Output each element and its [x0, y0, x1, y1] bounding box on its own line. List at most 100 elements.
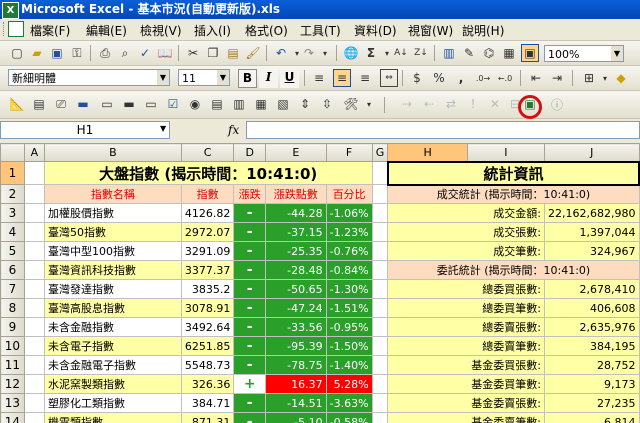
index-value[interactable]: 3492.64	[180, 317, 235, 337]
row-header[interactable]: 7	[0, 279, 25, 299]
view-code-icon[interactable]: ⎚	[52, 95, 70, 113]
index-value[interactable]: 326.36	[180, 374, 235, 394]
stat-label[interactable]: 基金委賣筆數:	[387, 412, 545, 423]
cell[interactable]	[23, 184, 45, 204]
font-select[interactable]: 新細明體 ▼	[8, 69, 170, 86]
form-icon[interactable]: ▣	[521, 44, 539, 62]
print-preview-icon[interactable]: ⌕	[116, 44, 134, 62]
index-change[interactable]: -37.15	[265, 222, 327, 242]
align-center-icon[interactable]: ≡	[333, 69, 351, 87]
cell[interactable]	[371, 241, 389, 261]
index-change[interactable]: -25.35	[265, 241, 327, 261]
menu-insert[interactable]: 插入(I)	[194, 22, 231, 39]
list-box-icon[interactable]: ▤	[208, 95, 226, 113]
index-sign[interactable]: -	[233, 393, 266, 413]
row-header[interactable]: 6	[0, 260, 25, 280]
document-icon[interactable]	[8, 21, 24, 37]
left-panel-title[interactable]: 大盤指數 (揭示時間：10:41:0)	[43, 161, 373, 185]
column-header[interactable]: F	[325, 143, 373, 162]
cell[interactable]	[23, 336, 45, 356]
index-sign[interactable]: -	[233, 317, 266, 337]
row-header[interactable]: 4	[0, 222, 25, 242]
picture-icon[interactable]: ▦	[500, 44, 518, 62]
menu-format[interactable]: 格式(O)	[245, 22, 288, 39]
menu-view[interactable]: 檢視(V)	[140, 22, 182, 39]
row-header[interactable]: 13	[0, 393, 25, 413]
new-comment-icon[interactable]: ✕	[486, 95, 504, 113]
research-icon[interactable]: 📖	[156, 44, 174, 62]
menu-file[interactable]: 檔案(F)	[30, 22, 70, 39]
index-name[interactable]: 臺灣中型100指數	[43, 241, 182, 261]
stat-value[interactable]: 6,814	[543, 412, 640, 423]
decrease-indent-icon[interactable]: ⇤	[527, 69, 545, 87]
index-value[interactable]: 3078.91	[180, 298, 235, 318]
index-value[interactable]: 384.71	[180, 393, 235, 413]
stat-value[interactable]: 28,752	[543, 355, 640, 375]
cell[interactable]	[23, 355, 45, 375]
option-button-icon[interactable]: ◉	[186, 95, 204, 113]
fill-color-icon[interactable]: ◆	[612, 69, 630, 87]
design-mode-icon[interactable]: 📐	[8, 95, 26, 113]
fx-icon[interactable]: fx	[228, 123, 239, 137]
index-value[interactable]: 5548.73	[180, 355, 235, 375]
row-header[interactable]: 14	[0, 412, 25, 423]
index-value[interactable]: 3835.2	[180, 279, 235, 299]
name-box[interactable]: H1	[0, 121, 170, 139]
index-value[interactable]: 3291.09	[180, 241, 235, 261]
cell[interactable]	[371, 184, 389, 204]
index-sign[interactable]: +	[233, 374, 266, 394]
menu-help[interactable]: 說明(H)	[462, 22, 504, 39]
remove-arrows-icon[interactable]: ⇄	[442, 95, 460, 113]
spinner-icon[interactable]: ⇳	[318, 95, 336, 113]
index-sign[interactable]: -	[233, 279, 266, 299]
cell[interactable]	[371, 393, 389, 413]
tools-icon[interactable]: 🛠	[342, 95, 360, 113]
decrease-decimal-icon[interactable]: ←.0	[496, 69, 514, 87]
index-change[interactable]: -33.56	[265, 317, 327, 337]
index-pct[interactable]: -1.23%	[325, 222, 373, 242]
chevron-down-icon[interactable]: ▼	[611, 46, 623, 61]
stat-value[interactable]: 1,397,044	[543, 222, 640, 242]
cell[interactable]	[371, 317, 389, 337]
underline-button[interactable]: U	[280, 69, 299, 88]
stat-value[interactable]: 406,608	[543, 298, 640, 318]
index-sign[interactable]: -	[233, 260, 266, 280]
stat-label[interactable]: 總委賣筆數:	[387, 336, 545, 356]
cell[interactable]	[371, 336, 389, 356]
menu-tools[interactable]: 工具(T)	[300, 22, 341, 39]
header-change[interactable]: 漲跌點數	[265, 184, 327, 204]
menu-window[interactable]: 視窗(W)	[408, 22, 453, 39]
cell[interactable]	[371, 374, 389, 394]
align-right-icon[interactable]: ≡	[356, 69, 374, 87]
order-stats-header[interactable]: 委託統計 (揭示時間：10:41:0)	[387, 260, 640, 280]
index-sign[interactable]: -	[233, 355, 266, 375]
pivot-icon[interactable]: ⌬	[480, 44, 498, 62]
index-value[interactable]: 4126.82	[180, 203, 235, 223]
cell[interactable]	[371, 203, 389, 223]
index-change[interactable]: -50.65	[265, 279, 327, 299]
index-pct[interactable]: -0.58%	[325, 412, 373, 423]
name-box-chevron-icon[interactable]: ▼	[160, 124, 166, 133]
index-name[interactable]: 臺灣50指數	[43, 222, 182, 242]
chevron-down-icon[interactable]: ▼	[217, 70, 229, 85]
tools-dropdown-icon[interactable]: ▾	[360, 95, 378, 113]
column-header[interactable]: D	[233, 143, 266, 162]
stat-label[interactable]: 成交金額:	[387, 203, 545, 223]
index-pct[interactable]: 5.28%	[325, 374, 373, 394]
stat-value[interactable]: 22,162,682,980	[543, 203, 640, 223]
stat-value[interactable]: 9,173	[543, 374, 640, 394]
label-icon[interactable]: ▬	[74, 95, 92, 113]
cell[interactable]	[23, 393, 45, 413]
index-change[interactable]: -95.39	[265, 336, 327, 356]
bold-button[interactable]: B	[238, 69, 257, 88]
stat-label[interactable]: 總委買筆數:	[387, 298, 545, 318]
format-painter-icon[interactable]: 🖌	[244, 44, 262, 62]
index-sign[interactable]: -	[233, 203, 266, 223]
button-control-icon[interactable]: ▭	[142, 95, 160, 113]
sort-ascending-icon[interactable]: A↓	[392, 44, 410, 62]
stat-value[interactable]: 2,678,410	[543, 279, 640, 299]
increase-indent-icon[interactable]: ⇥	[548, 69, 566, 87]
index-sign[interactable]: -	[233, 336, 266, 356]
row-header[interactable]: 3	[0, 203, 25, 223]
trace-precedents-icon[interactable]: ⇢	[398, 95, 416, 113]
